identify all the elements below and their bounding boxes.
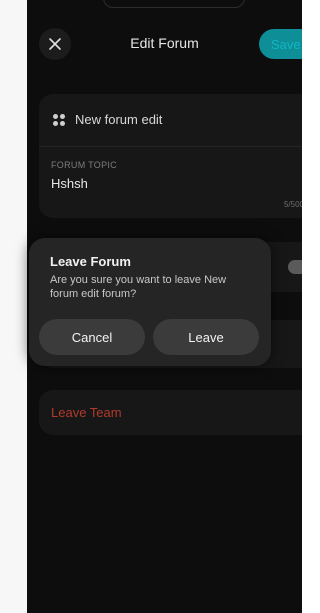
forum-topic-label: FORUM TOPIC: [51, 160, 117, 170]
leave-team-row[interactable]: Leave Team: [39, 390, 302, 435]
forum-name-row[interactable]: New forum edit: [53, 112, 162, 127]
leave-button[interactable]: Leave: [153, 319, 259, 355]
forum-name: New forum edit: [75, 112, 163, 127]
leave-forum-dialog: Leave Forum Are you sure you want to lea…: [29, 238, 271, 366]
dynamic-island: [103, 0, 245, 8]
dialog-message: Are you sure you want to leave New forum…: [50, 274, 227, 300]
forum-details-card: New forum edit FORUM TOPIC Hshsh 5/500: [39, 94, 302, 218]
page-background: [0, 0, 27, 613]
dialog-title: Leave Forum: [50, 254, 131, 269]
divider: [39, 146, 302, 147]
leave-team-label: Leave Team: [51, 405, 122, 420]
grid-dots-icon: [53, 113, 65, 126]
save-button[interactable]: Save: [259, 29, 302, 59]
character-counter: 5/500: [283, 200, 302, 209]
forum-topic-input[interactable]: Hshsh: [51, 176, 88, 191]
cancel-button[interactable]: Cancel: [39, 319, 145, 355]
setting-toggle[interactable]: [288, 260, 302, 274]
